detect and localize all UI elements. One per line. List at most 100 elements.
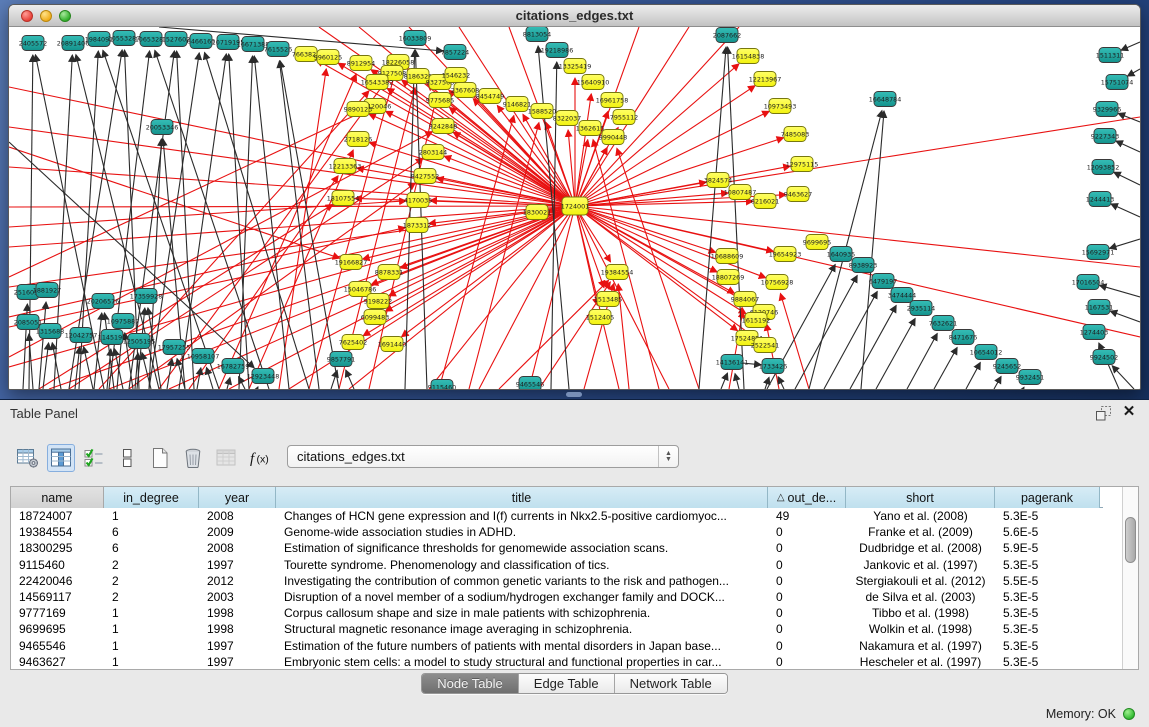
graph-node[interactable]: 15751074	[1101, 75, 1134, 90]
table-row[interactable]: 1456911722003Disruption of a novel membe…	[11, 589, 1103, 605]
graph-node[interactable]: 1615192	[742, 313, 770, 328]
graph-node[interactable]: 10975887	[107, 314, 140, 329]
graph-node[interactable]: 1546232	[442, 68, 470, 83]
graph-node[interactable]: 9884067	[731, 292, 759, 307]
graph-node[interactable]: 9699695	[803, 235, 831, 250]
graph-node[interactable]: 9890123	[344, 102, 372, 117]
window-titlebar[interactable]: citations_edges.txt	[9, 5, 1140, 27]
graph-node[interactable]: 16782759	[217, 359, 250, 374]
panel-splitter-handle[interactable]	[566, 392, 582, 397]
graph-node[interactable]: 12923448	[247, 369, 280, 384]
tab-network-table[interactable]: Network Table	[615, 674, 727, 693]
graph-node[interactable]: 16033809	[399, 31, 432, 46]
graph-node[interactable]: 1512405	[586, 310, 614, 325]
graph-node[interactable]: 10756928	[761, 275, 794, 290]
column-header-out_de[interactable]: △out_de...	[768, 487, 846, 508]
graph-node[interactable]: 7955112	[610, 110, 638, 125]
column-settings-icon[interactable]	[47, 444, 75, 472]
graph-node[interactable]: 1640935	[827, 247, 855, 262]
graph-node[interactable]: 9857791	[327, 352, 355, 367]
graph-node[interactable]: 1274403	[1080, 325, 1108, 340]
float-panel-icon[interactable]	[1095, 405, 1113, 422]
delete-table-icon[interactable]	[179, 444, 207, 472]
graph-node[interactable]: 16154838	[732, 49, 765, 64]
table-row[interactable]: 911546021997Tourette syndrome. Phenomeno…	[11, 557, 1103, 573]
graph-node[interactable]: 2522541	[751, 338, 779, 353]
table-row[interactable]: 2242004622012Investigating the contribut…	[11, 573, 1103, 589]
graph-node[interactable]: 9990448	[599, 130, 627, 145]
graph-node[interactable]: 2803144	[419, 145, 447, 160]
graph-node[interactable]: 6099483	[361, 310, 389, 325]
column-header-name[interactable]: name	[11, 487, 104, 508]
graph-node[interactable]: 3824574	[704, 173, 732, 188]
graph-node[interactable]: 1315688	[36, 324, 64, 339]
network-canvas-svg[interactable]: 2405572208914061984091105532871065328715…	[9, 27, 1140, 389]
graph-node[interactable]: 8322037	[553, 111, 581, 126]
graph-node[interactable]: 1511311	[1096, 48, 1124, 63]
graph-node[interactable]: 2718126	[344, 132, 372, 147]
graph-node[interactable]: 8938923	[849, 258, 877, 273]
graph-node[interactable]: 1830021	[523, 205, 551, 220]
graph-node[interactable]: 8427552	[411, 169, 439, 184]
graph-node[interactable]: 2087662	[713, 28, 741, 43]
graph-node[interactable]: 1691440	[378, 337, 406, 352]
graph-node[interactable]: 9465546	[516, 377, 544, 390]
table-selector-combobox[interactable]: citations_edges.txt ▲▼	[287, 445, 679, 468]
network-canvas[interactable]: 2405572208914061984091105532871065328715…	[9, 27, 1140, 389]
graph-node[interactable]: 15640910	[577, 75, 610, 90]
graph-node[interactable]: 9960125	[314, 50, 342, 65]
table-row[interactable]: 1872400712008Changes of HCN gene express…	[11, 508, 1103, 524]
graph-node[interactable]: 9932451	[1016, 370, 1044, 385]
column-header-pagerank[interactable]: pagerank	[995, 487, 1100, 508]
table-row[interactable]: 1830029562008Estimation of significance …	[11, 540, 1103, 556]
graph-node[interactable]: 1724001	[561, 197, 589, 215]
graph-node[interactable]: 9463627	[784, 187, 812, 202]
graph-node[interactable]: 10654012	[970, 345, 1003, 360]
graph-node[interactable]: 7615526	[264, 42, 292, 57]
column-header-short[interactable]: short	[846, 487, 995, 508]
table-row[interactable]: 1938455462009Genome-wide association stu…	[11, 524, 1103, 540]
graph-node[interactable]: 12213363	[329, 159, 362, 174]
graph-node[interactable]: 2935114	[907, 301, 935, 316]
graph-node[interactable]: 9329966	[1093, 102, 1121, 117]
graph-node[interactable]: 13325419	[559, 59, 592, 74]
graph-node[interactable]: 1733426	[759, 359, 787, 374]
graph-node[interactable]: 8912954	[347, 56, 375, 71]
table-row[interactable]: 946554611997Estimation of the future num…	[11, 638, 1103, 654]
table-scrollbar[interactable]	[1122, 487, 1138, 669]
table-row[interactable]: 969969511998Structural magnetic resonanc…	[11, 621, 1103, 637]
graph-node[interactable]: 9115460	[428, 380, 456, 390]
graph-node[interactable]: 1513485	[594, 292, 622, 307]
graph-node[interactable]: 7625402	[339, 335, 367, 350]
graph-node[interactable]: 9227343	[1091, 129, 1119, 144]
graph-node[interactable]: 9245652	[993, 359, 1021, 374]
graph-node[interactable]: 6479197	[869, 274, 897, 289]
import-table-icon[interactable]	[212, 444, 240, 472]
graph-node[interactable]: 9242848	[429, 119, 457, 134]
graph-node[interactable]: 4170035	[404, 193, 432, 208]
graph-node[interactable]: 7485083	[781, 127, 809, 142]
graph-node[interactable]: 9198222	[364, 294, 392, 309]
graph-node[interactable]: 15692971	[1082, 245, 1115, 260]
graph-node[interactable]: 1873312	[403, 218, 431, 233]
graph-node[interactable]: 1167531	[1085, 300, 1113, 315]
graph-node[interactable]: 7632621	[929, 316, 957, 331]
graph-node[interactable]: 16648784	[869, 92, 902, 107]
graph-node[interactable]: 3474444	[888, 288, 916, 303]
select-rows-icon[interactable]	[80, 444, 108, 472]
rows-icon[interactable]	[113, 444, 141, 472]
column-header-in_degree[interactable]: in_degree	[104, 487, 199, 508]
graph-node[interactable]: 8471676	[949, 330, 977, 345]
function-builder-icon[interactable]: f(x)	[245, 444, 273, 472]
graph-node[interactable]: 8813054	[523, 27, 551, 42]
graph-node[interactable]: 8878331	[375, 265, 403, 280]
table-scrollbar-thumb[interactable]	[1125, 517, 1136, 563]
graph-node[interactable]: 20206576	[87, 294, 120, 309]
graph-node[interactable]: 1244413	[1086, 192, 1114, 207]
tab-node-table[interactable]: Node Table	[422, 674, 519, 693]
graph-node[interactable]: 7857224	[441, 45, 469, 60]
graph-node[interactable]: 8454749	[476, 89, 504, 104]
graph-node[interactable]: 2405572	[19, 36, 47, 51]
graph-node[interactable]: 17016504	[1072, 275, 1105, 290]
column-header-year[interactable]: year	[199, 487, 276, 508]
